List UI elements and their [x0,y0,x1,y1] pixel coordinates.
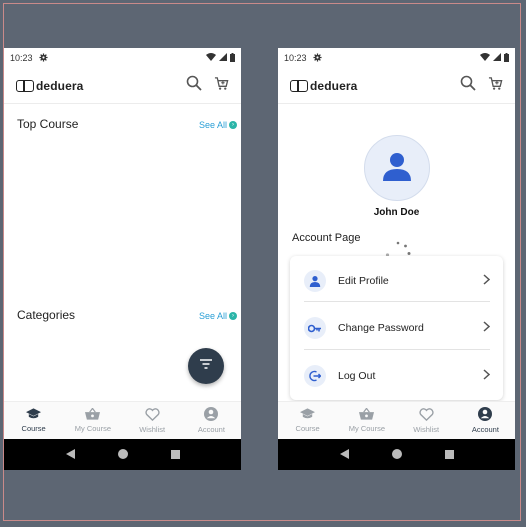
menu-label: Change Password [338,322,424,334]
phone-account-screen: 10:23 deduera John Doe Account Page Edit… [278,48,515,470]
nav-item-my-course[interactable]: My Course [63,402,122,439]
menu-label: Log Out [338,370,376,382]
search-icon[interactable] [460,75,476,96]
nav-item-account[interactable]: Account [456,402,515,439]
gear-icon [38,52,48,64]
divider [304,301,490,302]
nav-label: Wishlist [139,424,166,434]
recents-icon[interactable] [170,446,180,464]
section-title-categories: Categories [17,308,76,322]
chevron-right-icon: › [229,121,238,129]
back-icon[interactable] [339,446,349,464]
signal-icon [493,53,501,63]
system-nav-bar [4,439,241,470]
menu-item-log-out[interactable]: Log Out [304,361,491,391]
status-bar: 10:23 [278,48,515,68]
battery-icon [230,52,235,64]
brand-name: deduera [310,78,358,93]
phone-course-screen: 10:23 deduera Top Course See All › Categ… [4,48,241,470]
chevron-right-icon: › [229,312,238,320]
signal-icon [219,53,227,63]
nav-item-my-course[interactable]: My Course [337,402,396,439]
nav-label: Course [295,424,320,433]
chevron-right-icon [483,367,491,385]
heart-icon [419,407,434,423]
nav-label: Account [471,425,499,434]
nav-label: My Course [74,424,111,433]
search-icon[interactable] [186,75,202,96]
user-name: John Doe [373,207,420,218]
key-icon [304,317,326,339]
cart-icon[interactable] [488,76,503,96]
filter-icon [199,357,213,375]
gear-icon [312,52,322,64]
bottom-nav: Course My Course Wishlist Account [278,401,515,439]
graduation-cap-icon [26,408,42,422]
battery-icon [504,52,509,64]
nav-item-account[interactable]: Account [182,402,241,439]
person-icon [304,270,326,292]
status-time: 10:23 [284,53,307,63]
brand-logo[interactable]: deduera [290,79,357,93]
nav-label: Course [21,424,46,433]
status-time: 10:23 [10,53,33,63]
app-bar: deduera [4,68,241,104]
basket-icon [85,407,101,422]
avatar[interactable] [364,135,430,201]
see-all-label: See All [199,120,228,130]
system-nav-bar [278,439,515,470]
back-icon[interactable] [65,446,75,464]
filter-button[interactable] [188,348,224,384]
page-title: Account Page [292,232,361,244]
nav-label: Account [197,425,225,434]
chevron-right-icon [483,272,491,290]
account-circle-icon [478,407,493,423]
recents-icon[interactable] [444,446,454,464]
menu-item-change-password[interactable]: Change Password [304,313,491,343]
graduation-cap-icon [300,408,316,422]
nav-item-course[interactable]: Course [4,402,63,439]
heart-icon [145,407,160,423]
menu-item-edit-profile[interactable]: Edit Profile [304,266,491,296]
wifi-icon [480,53,490,63]
logout-icon [304,365,326,387]
home-icon[interactable] [117,446,128,464]
brand-name: deduera [36,78,84,93]
chevron-right-icon [483,319,491,337]
see-all-label: See All [199,311,228,321]
basket-icon [359,407,375,422]
nav-label: Wishlist [413,424,440,434]
logo-mark-icon [290,79,308,92]
menu-label: Edit Profile [338,275,389,287]
wifi-icon [206,53,216,63]
nav-label: My Course [348,424,385,433]
person-icon [380,149,414,188]
cart-icon[interactable] [214,76,229,96]
status-bar: 10:23 [4,48,241,68]
see-all-top-course-link[interactable]: See All › [199,120,238,130]
account-circle-icon [204,407,219,423]
app-bar: deduera [278,68,515,104]
bottom-nav: Course My Course Wishlist Account [4,401,241,439]
account-menu-card: Edit Profile Change Password Log Out [290,256,503,400]
brand-logo[interactable]: deduera [16,79,83,93]
nav-item-wishlist[interactable]: Wishlist [397,402,456,439]
nav-item-course[interactable]: Course [278,402,337,439]
section-title-top-course: Top Course [17,117,79,131]
nav-item-wishlist[interactable]: Wishlist [123,402,182,439]
logo-mark-icon [16,79,34,92]
see-all-categories-link[interactable]: See All › [199,311,238,321]
divider [304,349,490,350]
home-icon[interactable] [391,446,402,464]
